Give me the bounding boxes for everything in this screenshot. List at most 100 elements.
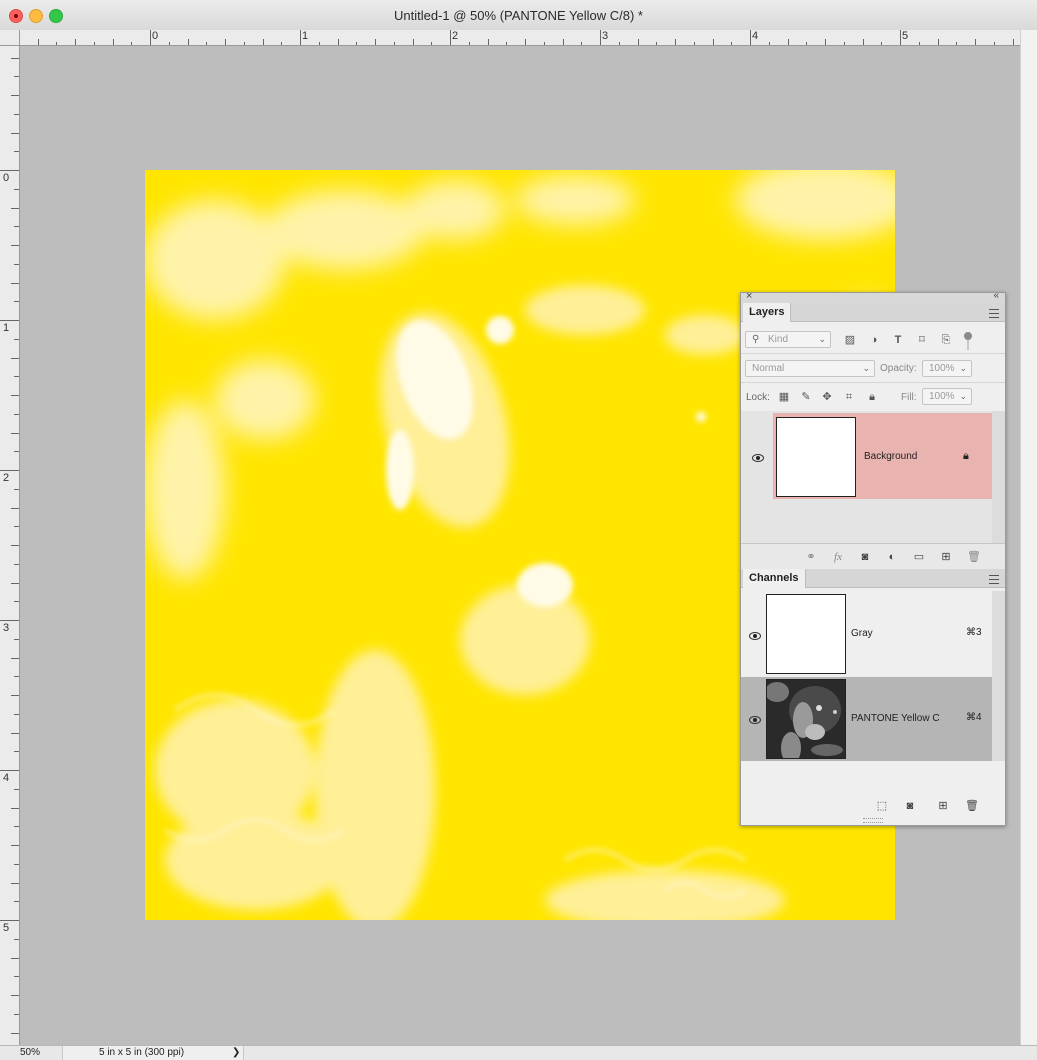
filter-kind-select[interactable]: ⚲ Kind ⌄ [745,331,831,348]
ruler-minor-tick [937,39,939,45]
ruler-major-tick [900,30,901,45]
ruler-major-tick [0,920,19,921]
ruler-minor-tick [506,42,508,45]
ruler-minor-tick [468,42,470,45]
channel-row-pantone[interactable]: PANTONE Yellow C ⌘4 [741,677,992,761]
ruler-minor-tick [14,113,19,115]
layer-thumbnail [776,417,856,497]
channel-name: PANTONE Yellow C [851,713,940,724]
zoom-level[interactable]: 50% [20,1047,60,1058]
fx-icon[interactable]: fx [832,551,844,563]
channels-panel-menu-icon[interactable] [989,575,999,584]
opacity-field[interactable]: 100% ⌄ [922,360,972,377]
ruler-minor-tick [693,42,695,45]
layers-scrollbar[interactable] [992,411,1005,543]
ruler-minor-tick [14,526,19,528]
ruler-minor-tick [337,39,339,45]
ruler-minor-tick [543,42,545,45]
new-layer-icon[interactable]: ⊞ [940,551,952,563]
status-bar: 50% 5 in x 5 in (300 ppi) ❯ [0,1045,1037,1060]
ruler-label: 0 [152,30,159,42]
ruler-minor-tick [14,901,19,903]
channel-thumbnail-image [767,680,845,758]
trash-icon[interactable]: 🗑︎ [967,551,981,563]
layer-row-background[interactable]: Background 🔒︎ [741,411,992,501]
trash-icon[interactable]: 🗑︎ [965,800,979,812]
ruler-minor-tick [93,42,95,45]
ruler-major-tick [300,30,301,45]
ruler-minor-tick [11,432,19,434]
ruler-minor-tick [14,76,19,78]
new-channel-icon[interactable]: ⊞ [937,800,949,812]
ruler-minor-tick [11,657,19,659]
channel-shortcut: ⌘3 [966,627,982,638]
ruler-minor-tick [14,563,19,565]
tab-channels[interactable]: Channels [743,569,806,588]
layer-visibility-eye-icon[interactable] [752,453,764,462]
ruler-minor-tick [56,42,58,45]
type-filter-icon[interactable]: T [892,334,904,346]
fill-field[interactable]: 100% ⌄ [922,388,972,405]
ruler-minor-tick [1012,39,1014,45]
adjustment-filter-icon[interactable]: ◑ [868,334,880,346]
ruler-minor-tick [562,39,564,45]
ruler-minor-tick [14,376,19,378]
panel-close-icon[interactable]: × [746,290,752,302]
ruler-origin[interactable] [0,30,20,46]
image-filter-icon[interactable]: ▨ [844,334,856,346]
filter-kind-label: Kind [768,334,789,345]
ruler-major-tick [750,30,751,45]
horizontal-ruler[interactable]: 0 1 2 3 4 5 [20,30,1020,46]
link-icon[interactable]: ⚭ [805,551,817,563]
ruler-minor-tick [14,601,19,603]
chevron-down-icon: ⌄ [959,391,967,401]
ruler-label: 0 [3,172,10,184]
ruler-major-tick [450,30,451,45]
ruler-minor-tick [11,695,19,696]
lock-artboard-icon[interactable]: ⌗ [843,391,855,403]
ruler-minor-tick [487,39,489,45]
smart-object-filter-icon[interactable]: ⎘ [940,334,952,346]
layers-list: Background 🔒︎ [741,411,992,543]
panel-resize-grip[interactable] [863,818,883,823]
panel-header-bar[interactable]: × « [741,290,1005,303]
blend-mode-select[interactable]: Normal ⌄ [745,360,875,377]
channels-scrollbar[interactable] [992,591,1005,761]
layer-name[interactable]: Background [864,451,917,462]
ruler-minor-tick [618,42,620,45]
ruler-minor-tick [675,39,676,45]
lock-all-icon[interactable]: 🔒︎ [866,391,878,403]
tab-layers[interactable]: Layers [743,303,792,322]
layer-lock-icon[interactable]: 🔒︎ [963,450,969,463]
chevron-down-icon: ⌄ [959,363,967,373]
status-menu-arrow[interactable]: ❯ [232,1046,240,1060]
ruler-label: 3 [3,622,10,634]
ruler-minor-tick [11,207,19,209]
adjustment-icon[interactable]: ◐ [886,551,898,563]
filter-toggle-track [967,340,969,350]
filter-toggle-icon[interactable] [964,332,972,340]
ruler-minor-tick [14,338,19,340]
channel-visibility-eye-icon[interactable] [749,631,761,640]
selection-icon[interactable]: ⬚ [876,800,888,812]
ruler-minor-tick [14,863,19,865]
ruler-minor-tick [431,42,433,45]
channel-visibility-eye-icon[interactable] [749,715,761,724]
channel-row-gray[interactable]: Gray ⌘3 [741,591,992,675]
ruler-minor-tick [918,42,920,45]
lock-transparency-icon[interactable]: ▦ [778,391,790,403]
ruler-minor-tick [768,42,770,45]
layers-panel-menu-icon[interactable] [989,309,999,318]
vertical-scrollbar[interactable] [1020,30,1037,1045]
shape-filter-icon[interactable]: ⌑ [916,334,928,346]
folder-icon[interactable]: ▭ [913,551,925,563]
lock-position-icon[interactable]: ✥ [821,391,833,403]
ruler-minor-tick [581,42,583,45]
mask-icon[interactable]: ◙ [859,551,871,563]
mask-icon[interactable]: ◙ [904,800,916,812]
vertical-ruler[interactable]: 0 1 2 3 4 5 [0,46,20,1045]
lock-image-icon[interactable]: ✎ [800,391,812,403]
ruler-minor-tick [14,826,19,828]
ruler-minor-tick [14,188,19,190]
panel-collapse-icon[interactable]: « [993,290,999,301]
